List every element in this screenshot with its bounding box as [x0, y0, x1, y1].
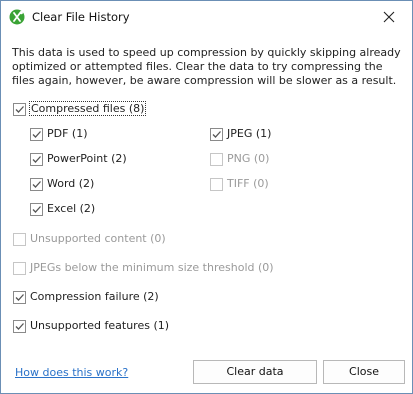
pdf-label: PDF (1): [47, 127, 88, 140]
excel-label: Excel (2): [47, 202, 96, 215]
description-text: This data is used to speed up compressio…: [12, 46, 401, 88]
checkbox-box: [210, 153, 223, 166]
how-does-this-work-link[interactable]: How does this work?: [15, 366, 128, 379]
clear-data-button[interactable]: Clear data: [193, 360, 317, 384]
checkbox-box: [13, 320, 26, 333]
powerpoint-label: PowerPoint (2): [47, 152, 127, 165]
checkbox-box: [30, 178, 43, 191]
checkbox-box: [210, 128, 223, 141]
compressed-files-label: Compressed files (8): [28, 101, 147, 116]
png-label: PNG (0): [227, 152, 270, 165]
word-label: Word (2): [47, 177, 95, 190]
app-logo-icon: [9, 9, 25, 25]
unsupported-content-label: Unsupported content (0): [30, 232, 166, 245]
dialog-window: Clear File History This data is used to …: [0, 0, 413, 394]
checkbox-box: [13, 262, 26, 275]
checkbox-box: [30, 128, 43, 141]
title-bar: Clear File History: [1, 1, 412, 32]
unsupported-features-label: Unsupported features (1): [30, 319, 170, 332]
jpeg-label: JPEG (1): [227, 127, 272, 140]
checkbox-box: [13, 233, 26, 246]
close-icon[interactable]: [381, 9, 397, 25]
tiff-label: TIFF (0): [227, 177, 269, 190]
checkbox-box: [30, 153, 43, 166]
checkbox-box: [30, 203, 43, 216]
checkbox-box: [210, 178, 223, 191]
checkbox-box: [13, 291, 26, 304]
small-jpegs-label: JPEGs below the minimum size threshold (…: [30, 261, 274, 274]
checkbox-box: [13, 103, 26, 116]
compression-failure-label: Compression failure (2): [30, 290, 159, 303]
close-button[interactable]: Close: [323, 360, 405, 384]
window-title: Clear File History: [32, 10, 130, 24]
